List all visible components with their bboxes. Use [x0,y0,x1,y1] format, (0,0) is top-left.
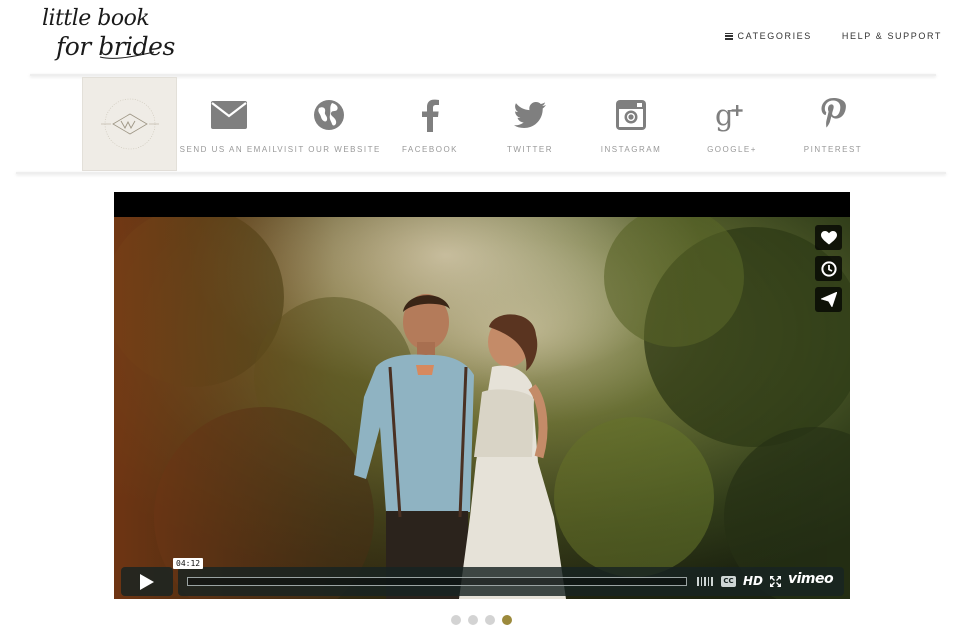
carousel-pagination [451,615,512,625]
share-button[interactable] [815,287,842,312]
play-button[interactable] [121,567,173,596]
contact-google-plus[interactable]: g GOOGLE+ [682,98,782,154]
fullscreen-icon[interactable] [770,576,781,587]
nav-help-support[interactable]: HELP & SUPPORT [842,31,942,41]
watch-later-button[interactable] [815,256,842,281]
video-player[interactable]: CC HD vimeo 04:12 [114,192,850,599]
contact-website-label: VISIT OUR WEBSITE [277,145,381,154]
menu-icon [724,32,733,40]
paper-plane-icon [820,292,837,307]
globe-icon [313,98,345,132]
video-side-actions [815,225,842,312]
vendor-logo-thumbnail[interactable] [82,77,177,171]
video-frame[interactable] [114,217,850,599]
carousel-dot[interactable] [485,615,495,625]
volume-control[interactable] [697,577,713,586]
carousel-dot[interactable] [502,615,512,625]
like-button[interactable] [815,225,842,250]
contact-bar-divider [16,172,946,174]
contact-facebook-label: FACEBOOK [401,145,458,154]
video-duration: 04:12 [173,558,204,569]
site-logo[interactable]: little book for brides [42,4,175,68]
contact-pinterest[interactable]: PINTEREST [783,98,883,154]
vendor-badge-icon [101,98,159,150]
nav-categories-label: CATEGORIES [737,31,812,41]
logo-flourish-icon [99,51,155,59]
twitter-icon [514,98,546,132]
contact-instagram[interactable]: INSTAGRAM [581,98,681,154]
contact-email-label: SEND US AN EMAIL [179,145,279,154]
main-nav: CATEGORIES HELP & SUPPORT [724,31,942,41]
instagram-icon [616,98,646,132]
nav-categories[interactable]: CATEGORIES [724,31,812,41]
vimeo-logo[interactable]: vimeo [788,571,834,587]
svg-text:g: g [715,98,734,132]
contact-email[interactable]: SEND US AN EMAIL [179,98,279,154]
envelope-icon [211,98,247,132]
contact-google-plus-label: GOOGLE+ [707,145,757,154]
video-still-image [114,217,850,599]
vendor-contact-bar: SEND US AN EMAIL VISIT OUR WEBSITE FACEB… [0,76,960,172]
play-icon [140,573,154,590]
video-controls: CC HD vimeo 04:12 [121,558,844,596]
contact-pinterest-label: PINTEREST [803,145,863,154]
contact-facebook[interactable]: FACEBOOK [380,98,480,154]
hd-button[interactable]: HD [743,574,763,588]
carousel-dot[interactable] [468,615,478,625]
carousel-dot[interactable] [451,615,461,625]
logo-line-1: little book [42,6,150,31]
nav-help-support-label: HELP & SUPPORT [841,31,942,41]
google-plus-icon: g [715,98,749,132]
contact-twitter[interactable]: TWITTER [480,98,580,154]
contact-website[interactable]: VISIT OUR WEBSITE [277,98,381,154]
facebook-icon [421,98,439,132]
contact-twitter-label: TWITTER [506,145,554,154]
progress-bar[interactable] [187,577,687,586]
controls-bar: CC HD vimeo [178,567,844,596]
site-header: little book for brides CATEGORIES HELP &… [0,0,960,75]
closed-captions-button[interactable]: CC [721,576,736,587]
pinterest-icon [820,98,846,132]
clock-icon [820,260,837,277]
contact-instagram-label: INSTAGRAM [600,145,662,154]
heart-icon [820,230,837,244]
